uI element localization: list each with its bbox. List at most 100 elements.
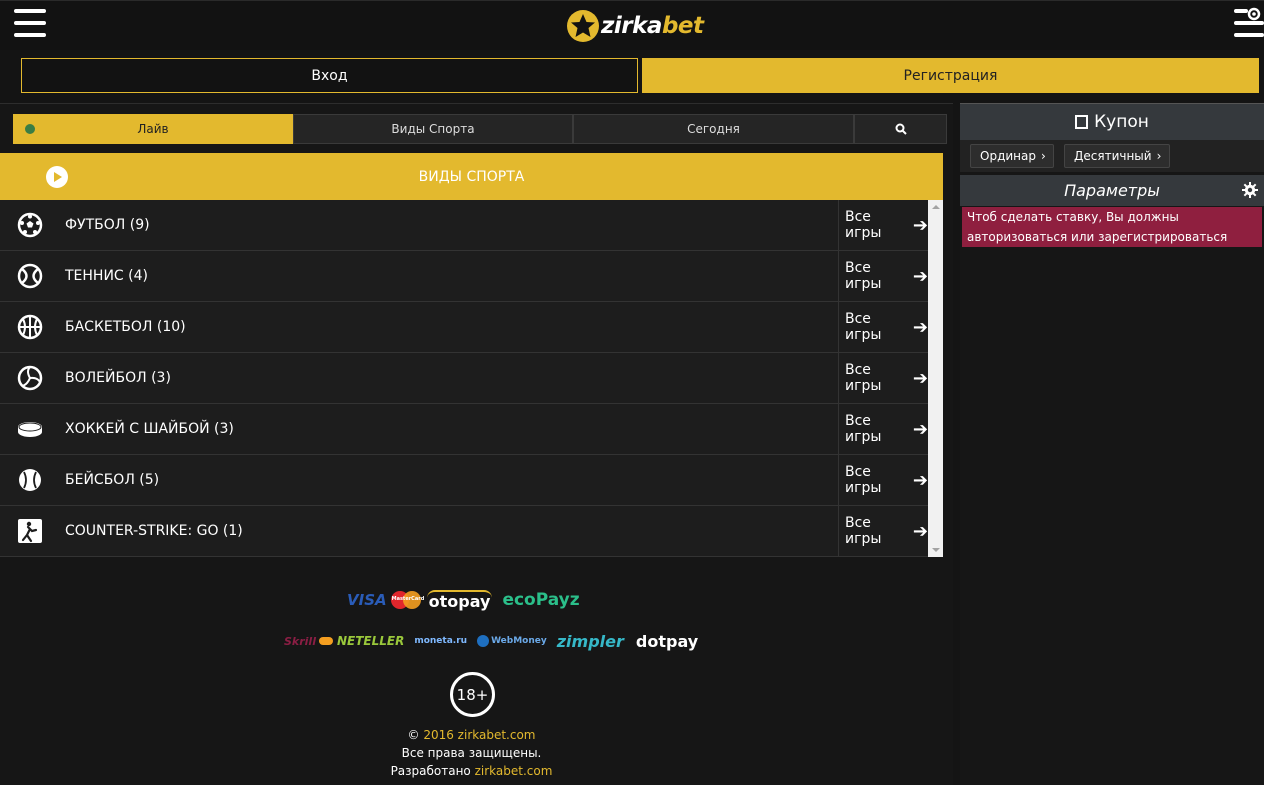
coupon-type-bar: Ординар › Десятичный › [960,140,1264,172]
decimal-dropdown[interactable]: Десятичный › [1064,144,1170,168]
baseball-icon [19,469,41,491]
ecopayz-logo: ecoPayz [502,590,580,610]
webmoney-logo: WebMoney [491,636,547,646]
decimal-label: Десятичный [1074,149,1152,163]
login-button[interactable]: Вход [21,58,638,93]
chevron-right-icon: › [1156,149,1162,163]
sport-name: ХОККЕЙ С ШАЙБОЙ (3) [65,421,234,437]
tab-search[interactable] [854,114,947,144]
neteller-logo: NETELLER [336,634,405,648]
volleyball-icon [17,365,43,391]
tab-sports[interactable]: Виды Спорта [293,114,573,144]
arrow-right-icon: ➔ [912,265,928,287]
settings-menu-icon[interactable] [1234,7,1264,41]
sports-panel: Лайв Виды Спорта Сегодня ВИДЫ СПОРТА ФУТ… [0,103,953,785]
all-games-button[interactable]: Все игры ➔ [838,200,928,250]
tab-live-label: Лайв [137,122,169,136]
sports-list: ФУТБОЛ (9) Все игры ➔ ТЕННИС (4) Все игры… [0,200,928,557]
zimpler-logo: zimpler [556,631,624,651]
copyright-link[interactable]: 2016 zirkabet.com [423,728,535,742]
ordinar-label: Ординар [980,149,1036,163]
all-games-label: Все игры [845,362,882,394]
sports-section-header: ВИДЫ СПОРТА [0,153,943,200]
sport-name: ФУТБОЛ (9) [65,217,150,233]
footer-rights: Все права защищены. [401,746,542,760]
coupon-title: Купон [1094,112,1149,132]
star-logo-icon [567,10,599,42]
tab-today[interactable]: Сегодня [573,114,854,144]
footer-copyright: © 2016 zirkabet.com [0,728,943,742]
sport-row-volleyball[interactable]: ВОЛЕЙБОЛ (3) Все игры ➔ [0,353,928,404]
coupon-header: Купон [960,103,1264,140]
mastercard-logo: MasterCard [390,591,424,609]
all-games-button[interactable]: Все игры ➔ [838,455,928,505]
developer-link[interactable]: zirkabet.com [475,764,553,778]
arrow-right-icon: ➔ [912,469,928,491]
all-games-label: Все игры [845,209,882,241]
basketball-icon [17,314,43,340]
sports-list-scrollbar[interactable] [928,200,943,557]
play-icon[interactable] [46,166,68,188]
sport-row-csgo[interactable]: COUNTER-STRIKE: GO (1) Все игры ➔ [0,506,928,557]
scroll-up-icon[interactable] [932,205,940,209]
all-games-label: Все игры [845,464,882,496]
all-games-button[interactable]: Все игры ➔ [838,251,928,301]
scroll-down-icon[interactable] [932,548,940,552]
age-restriction-badge: 18+ [450,672,495,717]
sport-name: ВОЛЕЙБОЛ (3) [65,370,171,386]
section-title: ВИДЫ СПОРТА [418,168,525,185]
site-logo[interactable]: zirkabet [566,6,704,46]
all-games-button[interactable]: Все игры ➔ [838,404,928,454]
chevron-right-icon: › [1040,149,1046,163]
live-indicator-icon [25,124,35,134]
hockey-puck-icon [18,422,42,437]
arrow-right-icon: ➔ [912,520,928,542]
params-header: Параметры [960,175,1264,206]
all-games-label: Все игры [845,413,882,445]
copyright-symbol: © [407,728,420,742]
counter-strike-icon [18,519,42,543]
all-games-button[interactable]: Все игры ➔ [838,506,928,556]
sport-name: COUNTER-STRIKE: GO (1) [65,523,243,539]
skrill-card-logo [318,637,333,645]
sport-row-basketball[interactable]: БАСКЕТБОЛ (10) Все игры ➔ [0,302,928,353]
tennis-ball-icon [17,263,43,289]
coupon-panel: Купон Ординар › Десятичный › Параметры Ч… [960,103,1264,785]
all-games-button[interactable]: Все игры ➔ [838,302,928,352]
logo-text: zirkabet [601,13,704,39]
visa-logo: VISA [347,591,387,609]
moneta-logo: moneta.ru [414,636,468,646]
gear-icon[interactable] [1242,182,1258,198]
params-title: Параметры [1064,181,1160,200]
arrow-right-icon: ➔ [912,367,928,389]
tab-today-label: Сегодня [687,122,740,136]
all-games-button[interactable]: Все игры ➔ [838,353,928,403]
top-bar: zirkabet [0,0,1264,50]
tab-sports-label: Виды Спорта [391,122,475,136]
sport-name: БАСКЕТБОЛ (10) [65,319,186,335]
skrill-logo: Skrill [284,634,316,648]
login-required-alert: Чтоб сделать ставку, Вы должны авторизов… [962,207,1262,247]
webmoney-globe-icon [477,635,490,647]
tab-live[interactable]: Лайв [13,114,293,144]
payment-logos-row-1: VISA MasterCard otopay ecoPayz [347,586,580,614]
sport-name: ТЕННИС (4) [65,268,148,284]
all-games-label: Все игры [845,515,882,547]
sports-tabs: Лайв Виды Спорта Сегодня [13,114,947,144]
otopay-logo: otopay [426,589,493,611]
sport-row-hockey[interactable]: ХОККЕЙ С ШАЙБОЙ (3) Все игры ➔ [0,404,928,455]
sport-row-football[interactable]: ФУТБОЛ (9) Все игры ➔ [0,200,928,251]
sport-row-tennis[interactable]: ТЕННИС (4) Все игры ➔ [0,251,928,302]
developer-prefix: Разработано [390,764,471,778]
arrow-right-icon: ➔ [912,418,928,440]
coupon-document-icon [1075,115,1089,129]
dotpay-logo: dotpay [635,631,699,651]
register-button[interactable]: Регистрация [642,58,1259,93]
ordinar-dropdown[interactable]: Ординар › [970,144,1054,168]
sport-name: БЕЙСБОЛ (5) [65,472,160,488]
hamburger-menu-icon[interactable] [14,9,46,41]
arrow-right-icon: ➔ [912,214,928,236]
sport-row-baseball[interactable]: БЕЙСБОЛ (5) Все игры ➔ [0,455,928,506]
footer-developer: Разработано zirkabet.com [0,764,943,778]
search-icon [895,123,907,135]
